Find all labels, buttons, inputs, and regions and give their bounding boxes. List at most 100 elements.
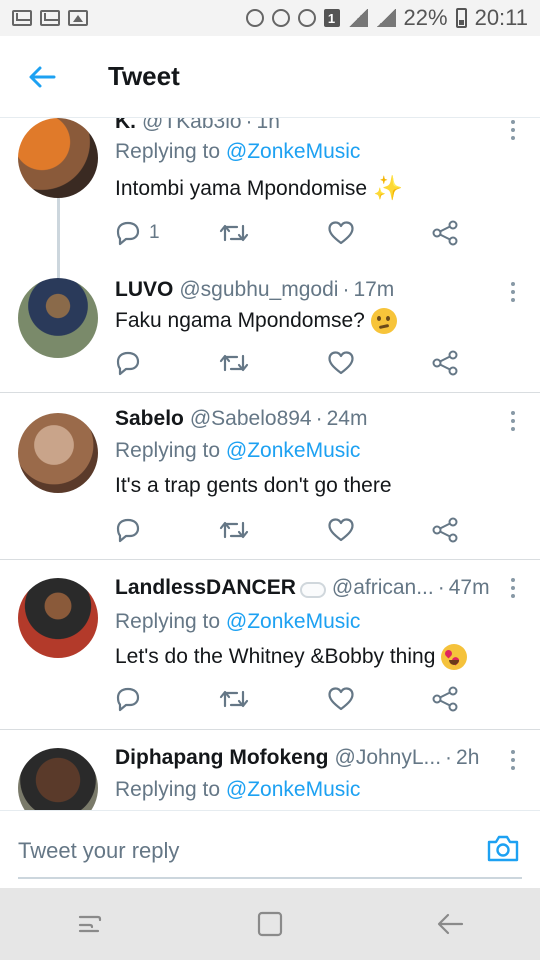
like-button[interactable] [327, 684, 355, 714]
author-name[interactable]: Sabelo [115, 407, 184, 431]
reply-button[interactable] [115, 515, 141, 545]
status-bar: 1 22% 20:11 [0, 0, 540, 36]
more-options-button[interactable] [510, 282, 516, 302]
author-name[interactable]: Diphapang Mofokeng [115, 746, 329, 770]
recent-apps-button[interactable] [60, 899, 120, 949]
replying-prefix: Replying to [115, 140, 221, 163]
heart-icon [328, 687, 354, 711]
tweet-item[interactable]: Sabelo @Sabelo894 · 24m Replying to @Zon… [0, 393, 540, 560]
back-nav-button[interactable] [420, 899, 480, 949]
avatar[interactable] [18, 413, 98, 493]
tweet-text: It's a trap gents don't go there [115, 474, 510, 498]
avatar[interactable] [18, 578, 98, 658]
avatar[interactable] [18, 118, 98, 198]
alarm-icon [245, 9, 264, 27]
share-button[interactable] [431, 348, 459, 378]
tweet-actions [115, 515, 465, 545]
tweet-text-content: It's a trap gents don't go there [115, 474, 392, 497]
share-icon [432, 350, 458, 376]
status-notifications [12, 10, 88, 26]
reply-count: 1 [149, 222, 160, 243]
tweet-header: Sabelo @Sabelo894 · 24m [115, 407, 520, 431]
separator-dot: · [315, 407, 323, 430]
avatar[interactable] [18, 748, 98, 810]
back-button[interactable] [12, 47, 72, 107]
like-button[interactable] [327, 218, 355, 248]
replying-to: Replying to @ZonkeMusic [115, 778, 360, 802]
tweet-header: K. @TKab3lo · 1h [115, 118, 520, 134]
tweet-text-content: Intombi yama Mpondomise [115, 176, 368, 200]
android-nav-bar [0, 888, 540, 960]
reply-button[interactable] [115, 684, 141, 714]
reply-mention-link[interactable]: @ZonkeMusic [226, 610, 361, 633]
replying-prefix: Replying to [115, 778, 221, 801]
tweet-list[interactable]: K. @TKab3lo · 1h Replying to @ZonkeMusic… [0, 118, 540, 810]
share-button[interactable] [431, 684, 459, 714]
retweet-icon [219, 690, 249, 708]
separator-dot: · [445, 746, 453, 769]
reply-button[interactable]: 1 [115, 218, 160, 248]
home-icon [257, 911, 283, 937]
tweet-item[interactable]: LandlessDANCER @african... · 47m Replyin… [0, 560, 540, 730]
share-button[interactable] [431, 218, 459, 248]
home-button[interactable] [240, 899, 300, 949]
tweet-item[interactable]: LUVO @sgubhu_mgodi · 17m Faku ngama Mpon… [0, 268, 540, 393]
separator-dot: · [342, 278, 350, 301]
wifi-icon [297, 9, 316, 27]
more-options-button[interactable] [510, 578, 516, 598]
signal-2-icon [375, 9, 396, 27]
author-handle[interactable]: @TKab3lo [142, 118, 242, 134]
share-icon [432, 686, 458, 712]
tweet-header: Diphapang Mofokeng @JohnyL... · 2h [115, 746, 520, 770]
avatar[interactable] [18, 278, 98, 358]
tweet-item[interactable]: Diphapang Mofokeng @JohnyL... · 2h Reply… [0, 730, 540, 810]
author-handle[interactable]: @JohnyL... [335, 746, 442, 770]
tweet-item[interactable]: K. @TKab3lo · 1h Replying to @ZonkeMusic… [0, 118, 540, 278]
camera-icon [487, 835, 519, 862]
author-name[interactable]: LUVO [115, 278, 173, 302]
gmail-icon [40, 10, 60, 26]
reply-mention-link[interactable]: @ZonkeMusic [226, 140, 361, 163]
battery-icon [455, 8, 467, 28]
app-header: Tweet [0, 36, 540, 118]
tweet-text-content: Let's do the Whitney &Bobby thing [115, 645, 436, 668]
gallery-icon [68, 10, 88, 26]
status-system: 1 22% 20:11 [245, 5, 528, 31]
tweet-actions [115, 684, 465, 714]
retweet-button[interactable] [219, 515, 249, 545]
more-options-button[interactable] [510, 750, 516, 770]
author-handle[interactable]: @african... [332, 576, 434, 600]
retweet-button[interactable] [219, 684, 249, 714]
share-button[interactable] [431, 515, 459, 545]
heart-icon [328, 221, 354, 245]
author-name[interactable]: LandlessDANCER [115, 576, 296, 600]
tweet-time: 2h [456, 746, 480, 769]
retweet-button[interactable] [219, 348, 249, 378]
tweet-time: 17m [353, 278, 395, 301]
thread-line [57, 198, 60, 278]
author-handle[interactable]: @sgubhu_mgodi [179, 278, 338, 302]
reply-input[interactable] [18, 829, 478, 873]
more-options-button[interactable] [510, 120, 516, 140]
tweet-text-content: Faku ngama Mpondomse? [115, 309, 365, 332]
retweet-button[interactable] [219, 218, 249, 248]
camera-button[interactable] [486, 833, 520, 863]
reply-mention-link[interactable]: @ZonkeMusic [226, 439, 361, 462]
battery-percent: 22% [403, 5, 448, 30]
tweet-header: LUVO @sgubhu_mgodi · 17m [115, 278, 520, 302]
share-icon [432, 220, 458, 246]
like-button[interactable] [327, 348, 355, 378]
tweet-time: 47m [448, 576, 490, 599]
author-name[interactable]: K. [115, 118, 136, 134]
tweet-text: Faku ngama Mpondomse? [115, 308, 510, 334]
tweet-time: 24m [326, 407, 368, 430]
more-options-button[interactable] [510, 411, 516, 431]
tweet-time: 1h [256, 118, 280, 133]
tweet-actions [115, 348, 465, 378]
reply-mention-link[interactable]: @ZonkeMusic [226, 778, 361, 801]
like-button[interactable] [327, 515, 355, 545]
back-arrow-icon [29, 66, 56, 87]
reply-button[interactable] [115, 348, 141, 378]
composer-underline [18, 877, 522, 879]
author-handle[interactable]: @Sabelo894 [190, 407, 312, 431]
